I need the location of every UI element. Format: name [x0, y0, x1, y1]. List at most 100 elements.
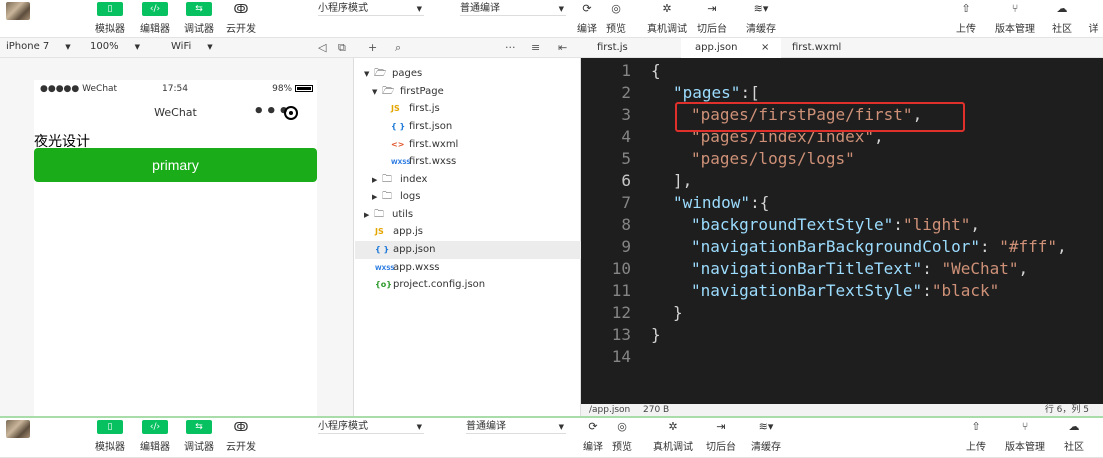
tree-file-first-wxml[interactable]: <> first.wxml	[391, 136, 458, 154]
code-line: 1{	[621, 61, 661, 80]
chevron-down-icon: ▼	[416, 5, 422, 13]
network-select[interactable]: WiFi ▼	[171, 41, 213, 52]
switch-icon: ⇥	[707, 2, 717, 15]
battery-icon	[295, 85, 313, 92]
chevron-down-icon: ▼	[558, 423, 564, 431]
tab-app-json[interactable]: app.json ×	[681, 38, 781, 58]
version-button[interactable]: ⑂ 版本管理	[993, 2, 1037, 35]
bug-icon: ✲	[668, 420, 678, 433]
preview-button[interactable]: ◎ 预览	[600, 420, 644, 453]
phone-icon: ▯	[97, 420, 123, 434]
background-button[interactable]: ⇥ 切后台	[699, 420, 743, 453]
tree-folder-utils[interactable]: ▶ 🗀 utils	[364, 206, 413, 224]
debugger-button[interactable]: ⇆ 调试器	[181, 420, 217, 453]
code-line: 6],	[621, 171, 693, 190]
switch-icon: ⇥	[716, 420, 726, 433]
simulator-button[interactable]: ▯ 模拟器	[92, 2, 128, 35]
simulator-button[interactable]: ▯ 模拟器	[92, 420, 128, 453]
cloud-icon: ↂ	[233, 2, 249, 16]
phone-icon: ▯	[97, 2, 123, 16]
close-icon[interactable]: ×	[761, 38, 769, 58]
avatar[interactable]	[6, 2, 30, 20]
primary-button[interactable]: primary	[34, 148, 317, 182]
volume-icon[interactable]: ◁	[318, 41, 326, 54]
avatar[interactable]	[6, 420, 30, 438]
phone-nav-bar: WeChat •••	[34, 96, 317, 128]
tree-file-app-json[interactable]: { } app.json	[355, 241, 581, 259]
tab-first-js[interactable]: first.js	[583, 38, 669, 58]
real-debug-button[interactable]: ✲ 真机调试	[651, 420, 695, 453]
bug-icon: ✲	[662, 2, 672, 15]
search-icon[interactable]: ⌕	[395, 41, 401, 55]
zoom-select[interactable]: 100% ▼	[90, 41, 140, 52]
cloud-button[interactable]: ↂ 云开发	[223, 420, 259, 453]
chevron-right-icon: ▶	[372, 176, 378, 184]
mode-select[interactable]: 小程序模式 ▼	[318, 420, 424, 434]
tree-file-project-config[interactable]: {o}project.config.json	[375, 276, 485, 294]
mode-select[interactable]: 小程序模式 ▼	[318, 2, 424, 16]
simulator-panel: ●●●●● WeChat 17:54 98% WeChat ••• 夜光设计 p…	[0, 58, 354, 416]
file-path: /app.json	[589, 405, 631, 415]
details-button[interactable]: 详	[1084, 2, 1103, 35]
background-button[interactable]: ⇥ 切后台	[690, 2, 734, 35]
eye-icon: ◎	[617, 420, 627, 433]
chevron-down-icon: ▼	[364, 70, 370, 78]
more-icon[interactable]: ···	[505, 41, 516, 54]
js-file-icon: JS	[375, 227, 384, 236]
bottom-toolbar: ▯ 模拟器 ‹/› 编辑器 ⇆ 调试器 ↂ 云开发 小程序模式 ▼ 普通编译 ▼ ⟳ 编译 ◎…	[0, 416, 1103, 458]
tree-file-app-wxss[interactable]: WXSSapp.wxss	[375, 259, 440, 277]
clear-cache-button[interactable]: ≋▾ 清缓存	[739, 2, 783, 35]
chevron-down-icon: ▼	[372, 88, 378, 96]
tree-file-first-js[interactable]: JS first.js	[391, 100, 440, 118]
upload-icon: ⇧	[971, 420, 981, 433]
code-line: 8 "backgroundTextStyle":"light",	[621, 215, 981, 234]
tree-file-app-js[interactable]: JS app.js	[375, 223, 423, 241]
upload-button[interactable]: ⇧ 上传	[944, 2, 988, 35]
js-file-icon: JS	[391, 104, 400, 113]
tree-folder-index[interactable]: ▶ 🗀 index	[372, 171, 427, 189]
real-debug-button[interactable]: ✲ 真机调试	[645, 2, 689, 35]
tree-file-first-wxss[interactable]: WXSSfirst.wxss	[391, 153, 456, 171]
chevron-right-icon: ▶	[364, 211, 370, 219]
folder-icon: 🗀	[382, 191, 392, 202]
branch-icon: ⑂	[1021, 420, 1029, 433]
json-file-icon: { }	[375, 245, 390, 254]
capsule-close-icon[interactable]	[284, 106, 298, 120]
folder-open-icon: 🗁	[374, 68, 387, 79]
tree-file-first-json[interactable]: { } first.json	[391, 118, 452, 136]
tree-folder-pages[interactable]: ▼ 🗁 pages	[364, 65, 422, 83]
upload-button[interactable]: ⇧ 上传	[954, 420, 998, 453]
community-button[interactable]: ☁ 社区	[1040, 2, 1084, 35]
devtools-window: ▯ 模拟器 ‹/› 编辑器 ⇆ 调试器 ↂ 云开发 小程序模式 ▼ 普通编译 ▼ ⟳ 编译 ◎…	[0, 0, 1103, 458]
tree-folder-firstpage[interactable]: ▼ 🗁 firstPage	[372, 83, 444, 101]
upload-icon: ⇧	[961, 2, 971, 15]
folder-icon: 🗀	[374, 209, 384, 220]
compile-mode-select[interactable]: 普通编译 ▼	[460, 2, 566, 16]
code-line: 7 "window":{	[621, 193, 770, 212]
sort-icon[interactable]: ≡	[531, 41, 540, 54]
code-line: 2 "pages":[	[621, 83, 760, 102]
debugger-button[interactable]: ⇆ 调试器	[181, 2, 217, 35]
add-icon[interactable]: +	[368, 41, 377, 54]
device-select[interactable]: iPhone 7 ▼	[6, 41, 71, 52]
editor-button[interactable]: ‹/› 编辑器	[137, 2, 173, 35]
chevron-down-icon: ▼	[416, 423, 422, 431]
clear-cache-button[interactable]: ≋▾ 清缓存	[744, 420, 788, 453]
editor-button[interactable]: ‹/› 编辑器	[137, 420, 173, 453]
collapse-icon[interactable]: ⇤	[558, 41, 567, 54]
window-icon[interactable]: ⧉	[338, 41, 346, 55]
chat-icon: ☁	[1056, 2, 1068, 15]
sub-toolbar: iPhone 7 ▼ 100% ▼ WiFi ▼ ◁ ⧉ + ⌕ ··· ≡ ⇤ fi…	[0, 38, 1103, 58]
chevron-down-icon: ▼	[558, 5, 564, 13]
file-size: 270 B	[643, 405, 670, 415]
version-button[interactable]: ⑂ 版本管理	[1003, 420, 1047, 453]
cursor-position[interactable]: 行 6，列 5	[1045, 404, 1089, 416]
tree-folder-logs[interactable]: ▶ 🗀 logs	[372, 188, 420, 206]
preview-button[interactable]: ◎ 预览	[594, 2, 638, 35]
cloud-button[interactable]: ↂ 云开发	[223, 2, 259, 35]
layers-icon: ≋▾	[758, 420, 774, 433]
highlight-annotation-box	[675, 102, 965, 132]
community-button[interactable]: ☁ 社区	[1052, 420, 1096, 453]
tab-first-wxml[interactable]: first.wxml	[778, 38, 868, 58]
compile-mode-select[interactable]: 普通编译 ▼	[466, 420, 566, 434]
